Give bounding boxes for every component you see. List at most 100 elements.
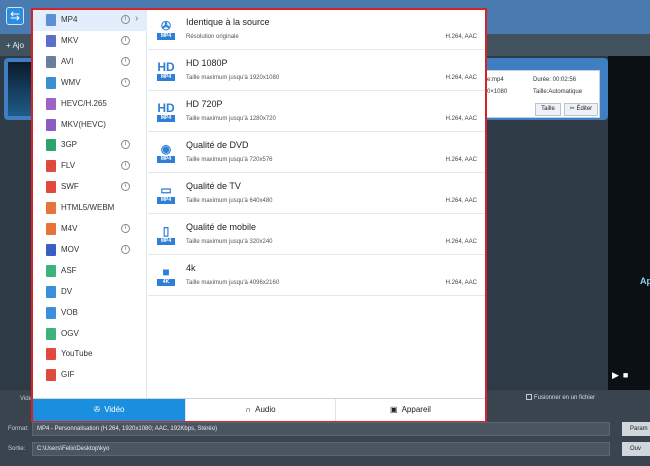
info-icon[interactable]: i — [121, 15, 130, 24]
tv-icon: ▭ MP4 — [157, 183, 175, 205]
preset-subtitle: Taille maximum jusqu'à 720x576 — [186, 157, 273, 163]
youtube-icon — [46, 348, 56, 361]
format-item[interactable]: HEVC/H.265 — [33, 94, 147, 115]
format-label: MKV(HEVC) — [61, 119, 106, 129]
preset-codec: H.264, AAC — [445, 75, 477, 81]
format-item[interactable]: FLV i — [33, 156, 147, 177]
flv-icon — [46, 160, 56, 173]
output-format-text: e:mp4 — [487, 77, 504, 83]
format-item[interactable]: M4V i — [33, 219, 147, 240]
format-item[interactable]: GIF — [33, 365, 147, 386]
format-item[interactable]: SWF i — [33, 177, 147, 198]
size-button[interactable]: Taille — [535, 103, 561, 116]
format-label: M4V — [61, 224, 78, 233]
tab-label: Vidéo — [104, 405, 125, 414]
preset-subtitle: Taille maximum jusqu'à 1280x720 — [186, 116, 276, 122]
format-item[interactable]: ASF — [33, 261, 147, 282]
preset-item[interactable]: ▯ MP4 Qualité de mobile Taille maximum jusq… — [148, 215, 485, 255]
preset-subtitle: Résolution originale — [186, 34, 239, 40]
format-dialog: MP4 i › MKV i AVI i WMV i HEVC/H.265 MKV(HEVC) 3GP i… — [31, 8, 487, 422]
tab-audio[interactable]: ∩ Audio — [185, 399, 335, 421]
ogv-icon — [46, 327, 56, 340]
format-item[interactable]: VOB — [33, 303, 147, 324]
preset-glyph: ▯ — [162, 224, 170, 238]
format-item[interactable]: WMV i — [33, 73, 147, 94]
format-item[interactable]: AVI i — [33, 52, 147, 73]
format-select[interactable]: MP4 - Personnalisation (H.264, 1920x1080… — [32, 422, 610, 436]
preset-item[interactable]: HD MP4 HD 720P Taille maximum jusqu'à 1280x… — [148, 92, 485, 132]
tab-appareil[interactable]: ▣ Appareil — [335, 399, 485, 421]
format-label: GIF — [61, 370, 75, 380]
preset-item[interactable]: ▭ MP4 Qualité de TV Taille maximum jusqu'à … — [148, 174, 485, 214]
open-folder-button[interactable]: Ouv — [622, 442, 650, 456]
player-controls: ▶■ — [612, 370, 632, 381]
category-tabs: ✇ Vidéo ∩ Audio ▣ Appareil — [33, 398, 485, 421]
preset-item[interactable]: ■ 4K 4k Taille maximum jusqu'à 4096x2160 H.2… — [148, 256, 485, 296]
preset-title: HD 720P — [186, 99, 223, 109]
video-preview — [608, 56, 650, 390]
avi-icon — [46, 55, 56, 68]
format-item[interactable]: DV — [33, 282, 147, 303]
dvd-icon: ◉ MP4 — [157, 142, 175, 164]
preset-title: Qualité de DVD — [186, 140, 249, 150]
tab-label: Audio — [255, 405, 276, 414]
asf-icon — [46, 264, 56, 277]
format-label: OGV — [61, 328, 79, 338]
format-item[interactable]: OGV — [33, 324, 147, 345]
format-label: HEVC/H.265 — [61, 98, 107, 108]
tab-vidéo[interactable]: ✇ Vidéo — [33, 399, 185, 421]
info-icon[interactable]: i — [121, 161, 130, 171]
format-label: WMV — [61, 77, 81, 87]
format-item[interactable]: HTML5/WEBM — [33, 198, 147, 219]
format-label: 3GP — [61, 140, 78, 150]
preset-codec: H.264, AAC — [445, 157, 477, 163]
tab-label: Appareil — [401, 405, 431, 414]
format-item[interactable]: MKV i — [33, 31, 147, 52]
preset-glyph: HD — [157, 60, 175, 74]
info-icon[interactable]: i — [121, 182, 130, 192]
mobile-icon: ▯ MP4 — [157, 224, 175, 246]
info-icon[interactable]: i — [121, 56, 130, 66]
mkv-icon — [46, 34, 56, 47]
preset-tag: MP4 — [157, 197, 175, 204]
preset-item[interactable]: HD MP4 HD 1080P Taille maximum jusqu'à 1920… — [148, 51, 485, 91]
format-label: Format: — [8, 426, 29, 432]
info-icon[interactable]: i — [121, 35, 130, 45]
dv-icon — [46, 285, 56, 298]
parameters-button[interactable]: Param — [622, 422, 650, 436]
format-label: AVI — [61, 56, 74, 66]
stop-icon[interactable]: ■ — [623, 370, 632, 380]
preset-codec: H.264, AAC — [445, 280, 477, 286]
output-path-field[interactable]: C:\Users\Felix\Desktop\kyo — [32, 442, 610, 456]
headphones-icon: ∩ — [245, 405, 252, 414]
format-label: MOV — [61, 244, 80, 254]
edit-button[interactable]: ✂ Éditer — [564, 103, 598, 116]
preset-subtitle: Taille maximum jusqu'à 640x480 — [186, 198, 273, 204]
preset-title: Qualité de mobile — [186, 222, 257, 232]
info-icon[interactable]: i — [121, 140, 130, 150]
info-icon[interactable]: i — [121, 244, 130, 254]
format-item[interactable]: MKV(HEVC) — [33, 115, 147, 136]
format-label: MP4 — [61, 15, 78, 24]
preset-glyph: ■ — [162, 265, 170, 279]
format-item[interactable]: MOV i — [33, 240, 147, 261]
video-reel-icon: ✇ — [93, 405, 101, 414]
play-icon[interactable]: ▶ — [612, 370, 623, 380]
mov-icon — [46, 243, 56, 256]
info-icon[interactable]: i — [121, 77, 130, 87]
merge-checkbox[interactable]: Fusionner en un fichier — [526, 394, 595, 401]
preset-glyph: ▭ — [160, 183, 172, 197]
resolution-text: 0×1080 — [487, 89, 508, 95]
format-label: MKV — [61, 35, 79, 45]
preset-tag: MP4 — [157, 115, 175, 122]
preset-codec: H.264, AAC — [445, 198, 477, 204]
preset-item[interactable]: ◉ MP4 Qualité de DVD Taille maximum jusqu'à… — [148, 133, 485, 173]
info-icon[interactable]: i — [121, 224, 130, 233]
preset-tag: MP4 — [157, 156, 175, 163]
format-item[interactable]: YouTube — [33, 344, 147, 365]
add-file-label: Ajo — [12, 41, 25, 50]
mkv-hevc-icon — [46, 118, 56, 131]
preset-item[interactable]: ✇ MP4 Identique à la source Résolution orig… — [148, 10, 485, 50]
format-item[interactable]: 3GP i — [33, 135, 147, 156]
format-item[interactable]: MP4 i › — [33, 10, 147, 31]
